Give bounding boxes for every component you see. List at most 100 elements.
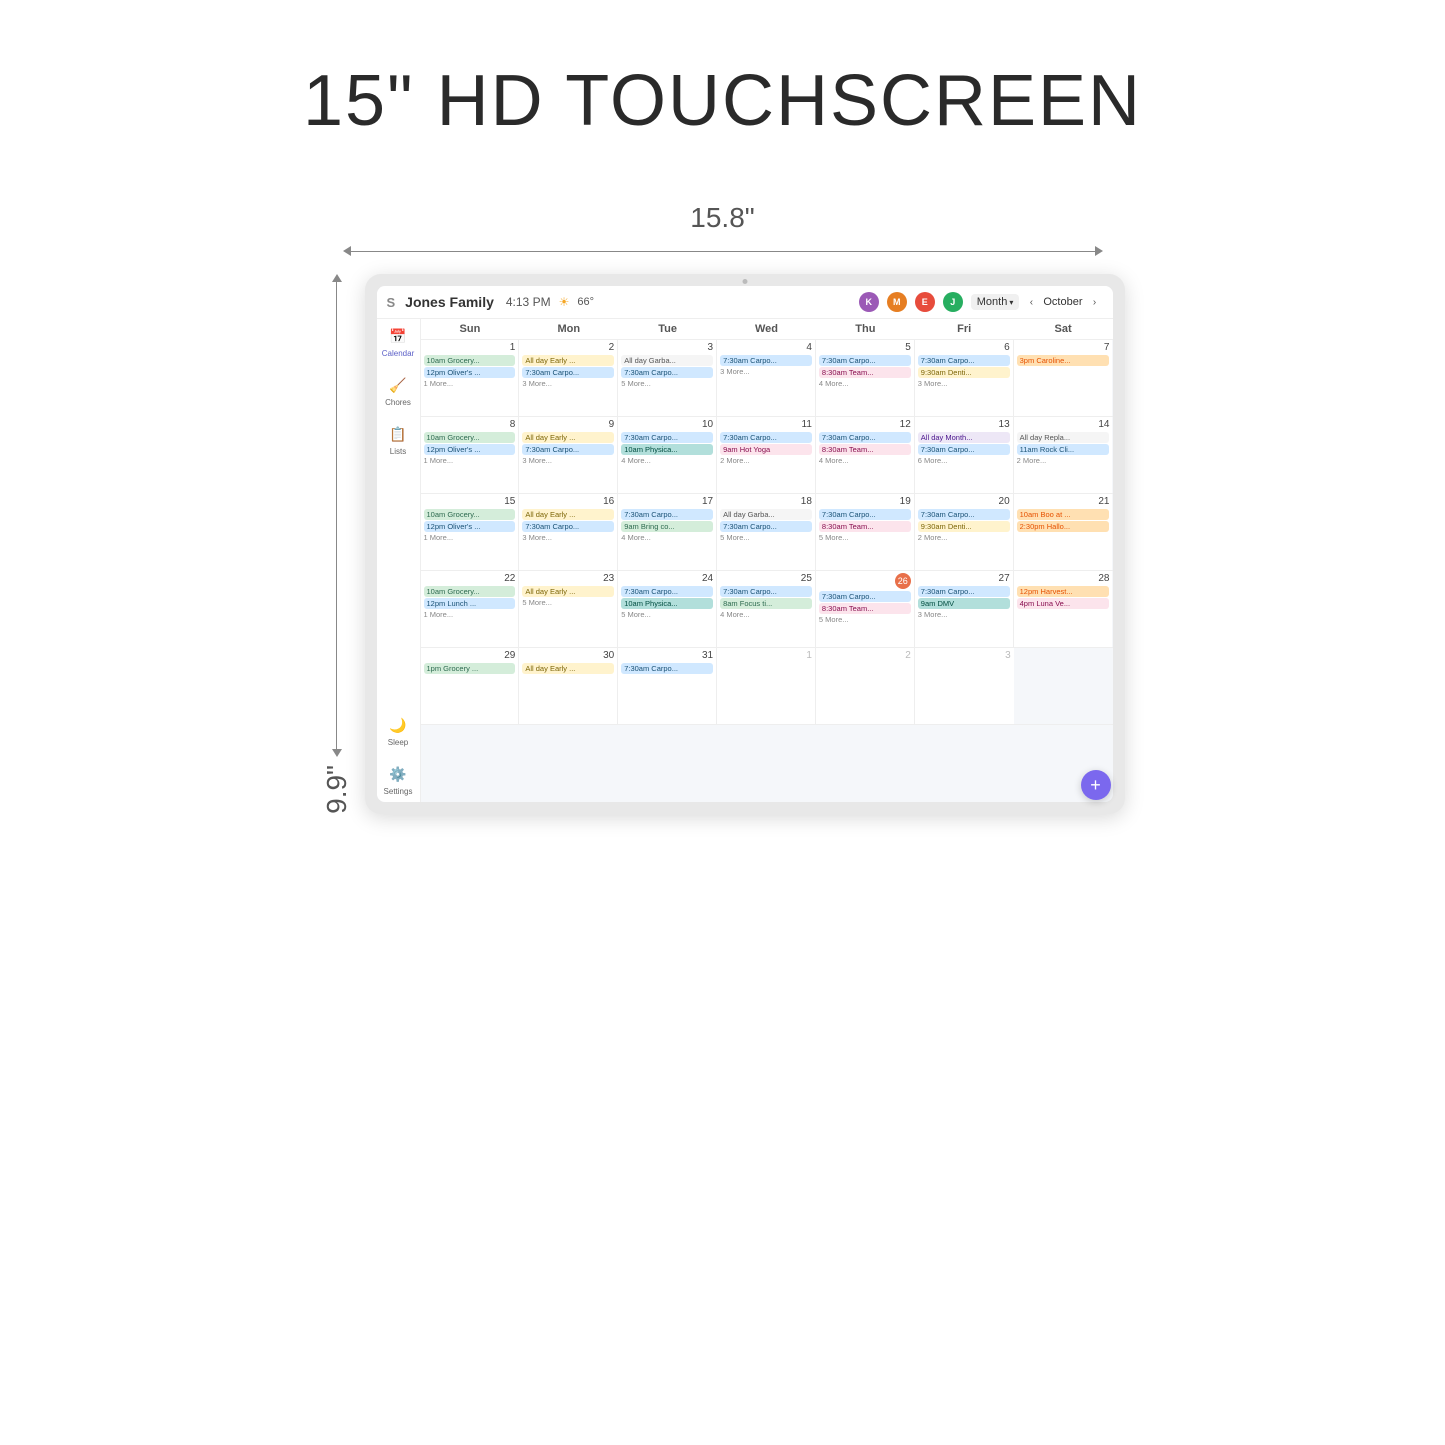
avatar-m[interactable]: M <box>887 292 907 312</box>
calendar-cell-2-1[interactable]: 810am Grocery...12pm Oliver's ...1 More.… <box>421 417 520 493</box>
more-events-link[interactable]: 1 More... <box>424 379 516 388</box>
calendar-event[interactable]: 9am Hot Yoga <box>720 444 812 455</box>
calendar-cell-1-3[interactable]: 3All day Garba...7:30am Carpo...5 More..… <box>618 340 717 416</box>
calendar-cell-3-5[interactable]: 197:30am Carpo...8:30am Team...5 More... <box>816 494 915 570</box>
calendar-event[interactable]: All day Repla... <box>1017 432 1110 443</box>
calendar-cell-1-6[interactable]: 67:30am Carpo...9:30am Denti...3 More... <box>915 340 1014 416</box>
calendar-cell-3-1[interactable]: 1510am Grocery...12pm Oliver's ...1 More… <box>421 494 520 570</box>
avatar-k[interactable]: K <box>859 292 879 312</box>
sidebar-item-sleep[interactable]: 🌙 Sleep <box>387 714 409 747</box>
more-events-link[interactable]: 6 More... <box>918 456 1010 465</box>
sidebar-item-lists[interactable]: 📋 Lists <box>387 423 409 456</box>
sidebar-item-calendar[interactable]: 📅 Calendar <box>382 325 414 358</box>
calendar-cell-5-1[interactable]: 291pm Grocery ... <box>421 648 520 724</box>
calendar-event[interactable]: 7:30am Carpo... <box>522 521 614 532</box>
calendar-event[interactable]: 8:30am Team... <box>819 603 911 614</box>
calendar-event[interactable]: All day Garba... <box>621 355 713 366</box>
more-events-link[interactable]: 4 More... <box>819 456 911 465</box>
calendar-cell-3-3[interactable]: 177:30am Carpo...9am Bring co...4 More..… <box>618 494 717 570</box>
calendar-cell-1-5[interactable]: 57:30am Carpo...8:30am Team...4 More... <box>816 340 915 416</box>
calendar-cell-4-1[interactable]: 2210am Grocery...12pm Lunch ...1 More... <box>421 571 520 647</box>
more-events-link[interactable]: 2 More... <box>720 456 812 465</box>
calendar-event[interactable]: 12pm Lunch ... <box>424 598 516 609</box>
calendar-event[interactable]: 10am Grocery... <box>424 586 516 597</box>
calendar-cell-2-4[interactable]: 117:30am Carpo...9am Hot Yoga2 More... <box>717 417 816 493</box>
calendar-event[interactable]: 7:30am Carpo... <box>918 586 1010 597</box>
calendar-event[interactable]: 7:30am Carpo... <box>621 586 713 597</box>
more-events-link[interactable]: 5 More... <box>621 379 713 388</box>
calendar-event[interactable]: 9:30am Denti... <box>918 367 1010 378</box>
calendar-event[interactable]: 9am DMV <box>918 598 1010 609</box>
calendar-event[interactable]: 4pm Luna Ve... <box>1017 598 1110 609</box>
more-events-link[interactable]: 2 More... <box>918 533 1010 542</box>
more-events-link[interactable]: 5 More... <box>621 610 713 619</box>
calendar-event[interactable]: 10am Physica... <box>621 444 713 455</box>
calendar-cell-5-6[interactable]: 3 <box>915 648 1014 724</box>
more-events-link[interactable]: 4 More... <box>621 456 713 465</box>
more-events-link[interactable]: 4 More... <box>621 533 713 542</box>
calendar-event[interactable]: 7:30am Carpo... <box>621 663 713 674</box>
calendar-event[interactable]: 2:30pm Hallo... <box>1017 521 1110 532</box>
calendar-event[interactable]: 7:30am Carpo... <box>918 509 1010 520</box>
calendar-event[interactable]: 7:30am Carpo... <box>621 509 713 520</box>
calendar-cell-1-4[interactable]: 47:30am Carpo...3 More... <box>717 340 816 416</box>
calendar-cell-2-2[interactable]: 9All day Early ...7:30am Carpo...3 More.… <box>519 417 618 493</box>
calendar-event[interactable]: 7:30am Carpo... <box>819 432 911 443</box>
calendar-cell-3-2[interactable]: 16All day Early ...7:30am Carpo...3 More… <box>519 494 618 570</box>
prev-month-button[interactable]: ‹ <box>1023 294 1039 310</box>
calendar-cell-1-7[interactable]: 73pm Caroline... <box>1014 340 1113 416</box>
calendar-event[interactable]: 7:30am Carpo... <box>621 432 713 443</box>
calendar-event[interactable]: 7:30am Carpo... <box>720 586 812 597</box>
calendar-cell-4-4[interactable]: 257:30am Carpo...8am Focus ti...4 More..… <box>717 571 816 647</box>
calendar-event[interactable]: 8am Focus ti... <box>720 598 812 609</box>
more-events-link[interactable]: 5 More... <box>819 615 911 624</box>
calendar-cell-2-6[interactable]: 13All day Month...7:30am Carpo...6 More.… <box>915 417 1014 493</box>
calendar-cell-4-3[interactable]: 247:30am Carpo...10am Physica...5 More..… <box>618 571 717 647</box>
more-events-link[interactable]: 4 More... <box>720 610 812 619</box>
calendar-event[interactable]: 10am Boo at ... <box>1017 509 1110 520</box>
calendar-cell-2-7[interactable]: 14All day Repla...11am Rock Cli...2 More… <box>1014 417 1113 493</box>
calendar-event[interactable]: 7:30am Carpo... <box>621 367 713 378</box>
calendar-event[interactable]: 1pm Grocery ... <box>424 663 516 674</box>
calendar-event[interactable]: All day Garba... <box>720 509 812 520</box>
calendar-cell-5-3[interactable]: 317:30am Carpo... <box>618 648 717 724</box>
calendar-event[interactable]: 3pm Caroline... <box>1017 355 1110 366</box>
calendar-event[interactable]: 10am Physica... <box>621 598 713 609</box>
next-month-button[interactable]: › <box>1087 294 1103 310</box>
calendar-event[interactable]: 7:30am Carpo... <box>720 432 812 443</box>
calendar-event[interactable]: 10am Grocery... <box>424 432 516 443</box>
calendar-cell-4-6[interactable]: 277:30am Carpo...9am DMV3 More... <box>915 571 1014 647</box>
more-events-link[interactable]: 3 More... <box>918 610 1010 619</box>
calendar-event[interactable]: 7:30am Carpo... <box>720 355 812 366</box>
more-events-link[interactable]: 5 More... <box>720 533 812 542</box>
calendar-cell-5-2[interactable]: 30All day Early ... <box>519 648 618 724</box>
calendar-event[interactable]: 8:30am Team... <box>819 444 911 455</box>
view-mode-select[interactable]: Month ▾ <box>971 294 1020 310</box>
more-events-link[interactable]: 3 More... <box>522 456 614 465</box>
calendar-cell-2-3[interactable]: 107:30am Carpo...10am Physica...4 More..… <box>618 417 717 493</box>
more-events-link[interactable]: 5 More... <box>819 533 911 542</box>
calendar-cell-1-2[interactable]: 2All day Early ...7:30am Carpo...3 More.… <box>519 340 618 416</box>
calendar-event[interactable]: 7:30am Carpo... <box>819 355 911 366</box>
calendar-event[interactable]: 10am Grocery... <box>424 355 516 366</box>
more-events-link[interactable]: 3 More... <box>522 533 614 542</box>
more-events-link[interactable]: 3 More... <box>720 367 812 376</box>
calendar-event[interactable]: All day Early ... <box>522 663 614 674</box>
calendar-cell-3-4[interactable]: 18All day Garba...7:30am Carpo...5 More.… <box>717 494 816 570</box>
calendar-cell-5-4[interactable]: 1 <box>717 648 816 724</box>
calendar-event[interactable]: 12pm Oliver's ... <box>424 367 516 378</box>
more-events-link[interactable]: 1 More... <box>424 610 516 619</box>
more-events-link[interactable]: 2 More... <box>1017 456 1110 465</box>
more-events-link[interactable]: 4 More... <box>819 379 911 388</box>
more-events-link[interactable]: 1 More... <box>424 456 516 465</box>
calendar-cell-4-5[interactable]: 267:30am Carpo...8:30am Team...5 More... <box>816 571 915 647</box>
calendar-event[interactable]: 10am Grocery... <box>424 509 516 520</box>
calendar-event[interactable]: All day Early ... <box>522 355 614 366</box>
calendar-cell-5-5[interactable]: 2 <box>816 648 915 724</box>
calendar-cell-4-2[interactable]: 23All day Early ...5 More... <box>519 571 618 647</box>
calendar-cell-3-6[interactable]: 207:30am Carpo...9:30am Denti...2 More..… <box>915 494 1014 570</box>
calendar-event[interactable]: 7:30am Carpo... <box>819 591 911 602</box>
calendar-event[interactable]: All day Early ... <box>522 586 614 597</box>
calendar-event[interactable]: 8:30am Team... <box>819 521 911 532</box>
calendar-event[interactable]: 7:30am Carpo... <box>918 355 1010 366</box>
